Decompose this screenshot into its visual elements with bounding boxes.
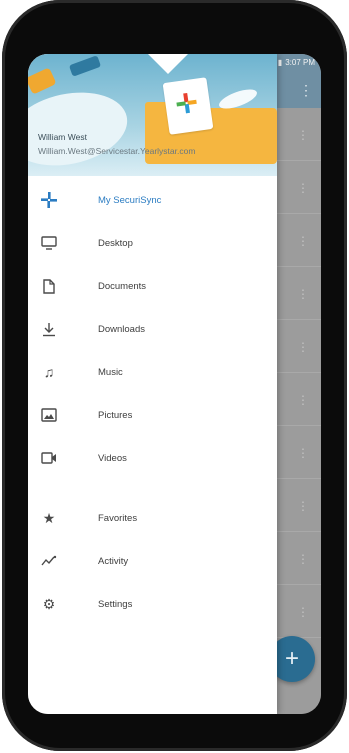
- menu-item-videos[interactable]: Videos: [28, 440, 277, 476]
- menu-item-settings[interactable]: ⚙ Settings: [28, 586, 277, 622]
- more-vert-icon[interactable]: ⋮: [299, 82, 313, 99]
- menu-item-activity[interactable]: Activity: [28, 543, 277, 579]
- user-email: William.West@Servicestar.Yearlystar.com: [38, 146, 196, 156]
- plus-icon: +: [284, 645, 299, 672]
- menu-item-label: Downloads: [98, 323, 145, 335]
- menu-item-label: Favorites: [98, 512, 138, 524]
- menu-item-label: Desktop: [98, 237, 133, 249]
- screen: ◢ ▮ 3:07 PM ⚲ ⋮ ⋮ ⋮ ⋮ ⋮ ⋮ ⋮ ⋮ ⋮ ⋮ ⋮: [28, 54, 321, 714]
- menu-item-label: Activity: [98, 555, 129, 567]
- status-time: 3:07 PM: [285, 58, 315, 67]
- menu-item-downloads[interactable]: Downloads: [28, 311, 277, 347]
- menu-item-my-securisync[interactable]: My SecuriSync: [28, 182, 277, 218]
- menu-item-label: Documents: [98, 280, 147, 292]
- menu-item-documents[interactable]: Documents: [28, 268, 277, 304]
- user-name: William West: [38, 132, 87, 142]
- menu-item-label: Pictures: [98, 409, 133, 421]
- document-illustration: [162, 77, 214, 135]
- activity-icon: [41, 553, 57, 569]
- download-icon: [41, 321, 57, 337]
- menu-item-pictures[interactable]: Pictures: [28, 397, 277, 433]
- battery-icon: ▮: [277, 58, 283, 67]
- desktop-icon: [41, 235, 57, 251]
- navigation-drawer: William West William.West@Servicestar.Ye…: [28, 54, 277, 714]
- menu-item-label: Settings: [98, 598, 133, 610]
- video-icon: [41, 450, 57, 466]
- menu-item-desktop[interactable]: Desktop: [28, 225, 277, 261]
- star-icon: ★: [42, 510, 56, 526]
- securisync-icon: [41, 192, 57, 208]
- document-icon: [41, 278, 57, 294]
- phone-frame: ◢ ▮ 3:07 PM ⚲ ⋮ ⋮ ⋮ ⋮ ⋮ ⋮ ⋮ ⋮ ⋮ ⋮ ⋮: [2, 0, 347, 751]
- menu-item-favorites[interactable]: ★ Favorites: [28, 500, 277, 536]
- image-icon: [41, 407, 57, 423]
- music-icon: ♫: [43, 364, 55, 380]
- gear-icon: ⚙: [42, 596, 56, 612]
- menu-item-label: Music: [98, 366, 123, 378]
- drawer-header: William West William.West@Servicestar.Ye…: [28, 54, 277, 176]
- menu-item-label: My SecuriSync: [98, 194, 162, 206]
- menu-item-label: Videos: [98, 452, 127, 464]
- menu-item-music[interactable]: ♫ Music: [28, 354, 277, 390]
